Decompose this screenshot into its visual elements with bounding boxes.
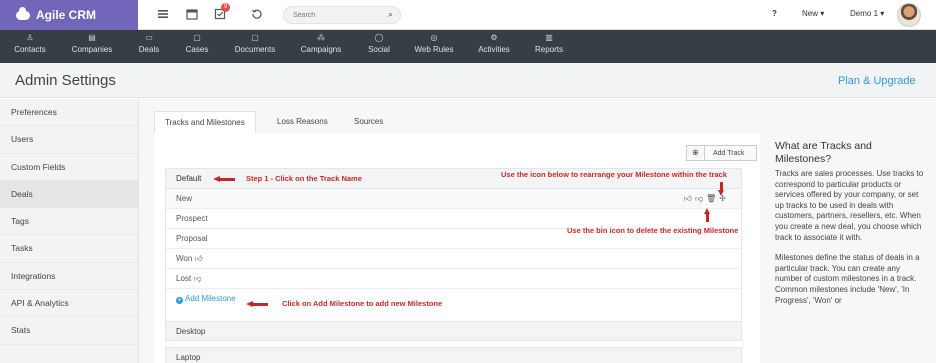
- help-paragraph: Tracks are sales processes. Use tracks t…: [775, 169, 924, 242]
- annotation-arrow: [718, 182, 725, 196]
- sidebar-item-tasks[interactable]: Tasks: [0, 235, 138, 263]
- brand-logo[interactable]: Agile CRM: [0, 0, 138, 30]
- settings-sidebar: Preferences Users Custom Fields Deals Ta…: [0, 99, 139, 363]
- add-track-label: Add Track: [713, 149, 745, 157]
- page-title: Admin Settings: [15, 72, 116, 89]
- nav-label: Deals: [138, 45, 160, 54]
- caret-down-icon: ▾: [880, 9, 885, 18]
- nav-label: Activities: [478, 45, 510, 54]
- user-menu[interactable]: Demo 1 ▾: [850, 9, 884, 18]
- add-milestone-label: Add Milestone: [185, 294, 236, 303]
- annotation-bin: Use the bin icon to delete the existing …: [567, 226, 739, 235]
- nav-companies[interactable]: ▤ Companies: [64, 30, 120, 63]
- track-desktop[interactable]: Desktop: [165, 321, 742, 341]
- search-input[interactable]: [284, 7, 374, 23]
- annotation-arrow: [213, 176, 235, 183]
- tab-loss-reasons[interactable]: Loss Reasons: [267, 111, 338, 133]
- help-icon[interactable]: ?: [772, 9, 777, 18]
- help-paragraph: Milestones define the status of deals in…: [775, 253, 920, 305]
- web-rules-icon: ◎: [430, 33, 438, 42]
- thumbs-up-icon[interactable]: 👍︎: [684, 194, 695, 203]
- social-icon: ◯: [374, 33, 384, 42]
- nav-contacts[interactable]: ♙ Contacts: [6, 30, 54, 63]
- thumbs-up-icon: 👍︎: [194, 254, 203, 263]
- tab-sources[interactable]: Sources: [344, 111, 393, 133]
- new-menu-label: New: [802, 9, 819, 18]
- nav-cases[interactable]: ▢ Cases: [180, 30, 214, 63]
- cloud-icon: [16, 6, 30, 20]
- tab-tracks-and-milestones[interactable]: Tracks and Milestones: [154, 111, 256, 133]
- nav-web-rules[interactable]: ◎ Web Rules: [408, 30, 460, 63]
- tasks-icon[interactable]: 9: [213, 3, 231, 22]
- sidebar-item-stats[interactable]: Stats: [0, 317, 138, 345]
- sidebar-item-deals[interactable]: Deals: [0, 180, 138, 209]
- sidebar-item-integrations[interactable]: Integrations: [0, 263, 138, 291]
- milestone-row[interactable]: New 👍︎👎︎🗑︎✢: [166, 189, 741, 209]
- companies-icon: ▤: [88, 33, 96, 42]
- nav-activities[interactable]: ⚙ Activities: [472, 30, 516, 63]
- nav-reports[interactable]: ▥ Reports: [530, 30, 568, 63]
- plus-circle-icon: +: [176, 297, 183, 304]
- nav-label: Web Rules: [414, 45, 454, 54]
- calendar-icon[interactable]: [185, 8, 199, 22]
- new-menu[interactable]: New ▾: [802, 9, 824, 18]
- activities-icon: ⚙: [490, 33, 498, 42]
- tracks-panel: ⊕ Add Track Default New 👍︎👎︎🗑︎✢ Prospect…: [154, 133, 760, 363]
- documents-icon: ▢: [251, 33, 259, 42]
- deals-icon: ▭: [145, 33, 153, 42]
- menu-list-icon[interactable]: [156, 8, 170, 22]
- top-bar: Agile CRM 9 ⌕ ? New ▾ Demo 1 ▾: [0, 0, 936, 30]
- notification-badge: 9: [221, 3, 231, 12]
- thumbs-down-icon: 👎︎: [193, 274, 202, 283]
- nav-label: Contacts: [14, 45, 46, 54]
- milestone-label: Lost: [176, 274, 192, 283]
- nav-label: Reports: [534, 45, 563, 54]
- caret-down-icon: ▾: [820, 9, 825, 18]
- milestone-label: Prospect: [176, 214, 208, 223]
- history-icon[interactable]: [250, 8, 264, 22]
- cases-icon: ▢: [193, 33, 201, 42]
- nav-label: Social: [368, 45, 390, 54]
- plan-upgrade-link[interactable]: Plan & Upgrade: [838, 75, 916, 87]
- nav-social[interactable]: ◯ Social: [362, 30, 396, 63]
- avatar[interactable]: [897, 3, 921, 27]
- nav-label: Campaigns: [300, 45, 342, 54]
- add-track-button[interactable]: ⊕ Add Track: [686, 145, 757, 161]
- help-panel: What are Tracks and Milestones? Tracks a…: [775, 140, 925, 316]
- milestone-label: Won: [176, 254, 193, 263]
- sidebar-item-tags[interactable]: Tags: [0, 208, 138, 236]
- annotation-arrow: [246, 301, 268, 308]
- annotation-step1: Step 1 - Click on the Track Name: [246, 174, 362, 183]
- sidebar-item-preferences[interactable]: Preferences: [0, 99, 138, 127]
- nav-deals[interactable]: ▭ Deals: [132, 30, 166, 63]
- sidebar-item-custom-fields[interactable]: Custom Fields: [0, 154, 138, 181]
- milestone-label: New: [176, 194, 193, 203]
- brand-name: Agile CRM: [36, 8, 96, 22]
- nav-campaigns[interactable]: ⁂ Campaigns: [295, 30, 347, 63]
- search-icon[interactable]: ⌕: [388, 9, 393, 20]
- annotation-arrow: [704, 208, 711, 222]
- help-title: What are Tracks and Milestones?: [775, 140, 872, 165]
- page-header: Admin Settings Plan & Upgrade: [0, 63, 936, 98]
- annotation-add-milestone: Click on Add Milestone to add new Milest…: [282, 299, 443, 308]
- reports-icon: ▥: [545, 33, 553, 42]
- track-laptop[interactable]: Laptop: [165, 347, 742, 363]
- nav-label: Documents: [234, 45, 276, 54]
- user-menu-label: Demo 1: [850, 9, 879, 18]
- nav-documents[interactable]: ▢ Documents: [228, 30, 282, 63]
- thumbs-down-icon[interactable]: 👎︎: [695, 194, 706, 203]
- nav-label: Companies: [71, 45, 113, 54]
- milestone-row[interactable]: Lost 👎︎: [166, 269, 741, 289]
- main-nav: ♙ Contacts ▤ Companies ▭ Deals ▢ Cases ▢ Docu…: [0, 30, 936, 63]
- sidebar-item-users[interactable]: Users: [0, 126, 138, 154]
- sidebar-item-api-analytics[interactable]: API & Analytics: [0, 290, 138, 318]
- search-box: ⌕: [283, 6, 401, 24]
- contacts-icon: ♙: [26, 33, 34, 42]
- milestone-label: Proposal: [176, 234, 208, 243]
- annotation-rearrange: Use the icon below to rearrange your Mil…: [501, 170, 727, 179]
- nav-label: Cases: [185, 45, 209, 54]
- campaigns-icon: ⁂: [317, 33, 325, 42]
- plus-circle-icon: ⊕: [687, 146, 705, 160]
- milestone-row[interactable]: Won 👍︎: [166, 249, 741, 269]
